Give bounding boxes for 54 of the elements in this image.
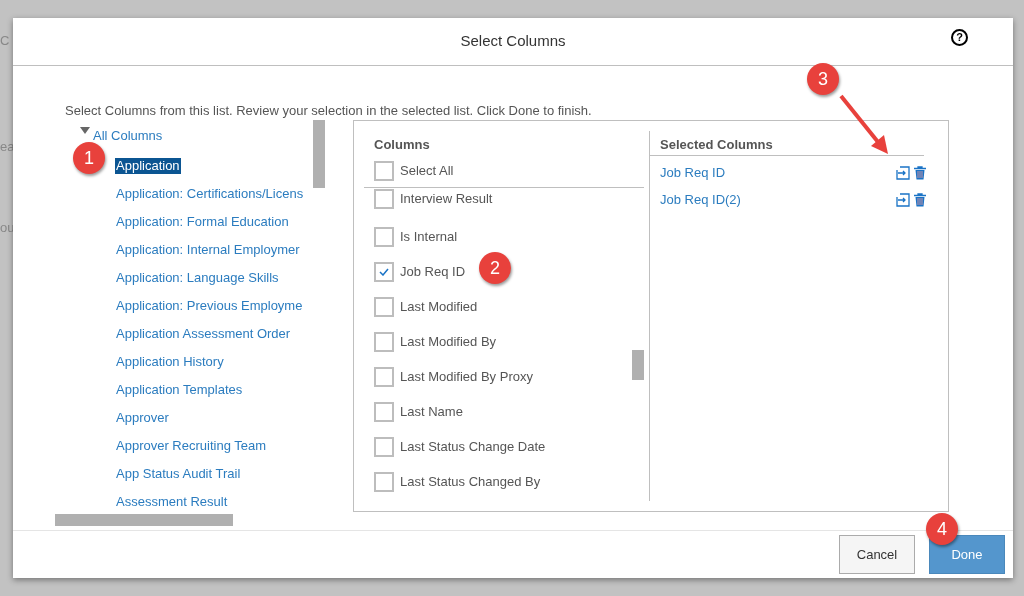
panel-heading: Columns [374,136,430,154]
done-button[interactable]: Done [929,535,1005,574]
checkbox[interactable] [374,366,394,387]
scrollbar-thumb[interactable] [55,514,233,526]
checkbox-label: Last Name [400,402,463,421]
tree-item[interactable]: App Status Audit Trail [115,465,242,482]
checkbox[interactable] [374,296,394,317]
tree-item[interactable]: Approver Recruiting Team [115,437,268,454]
tree-item[interactable]: Application: Internal Employmer [115,241,301,258]
checkbox-label: Select All [400,162,454,181]
checkbox-label: Last Status Changed By [400,472,541,491]
callout-arrow [838,93,890,155]
dialog-title: Select Columns [460,31,566,52]
tree-item[interactable]: Application: Previous Employme [115,297,304,314]
checkbox-label: Job Req ID [400,262,466,281]
background-text: ea [0,138,15,156]
check-icon [379,267,389,276]
checkbox[interactable] [374,161,394,181]
checkbox[interactable] [374,401,394,422]
checkbox-label: Last Modified By Proxy [400,367,533,386]
checkbox[interactable] [374,471,394,492]
selected-column-item[interactable]: Job Req ID [660,162,726,183]
expand-arrow-icon[interactable] [80,127,90,135]
checkbox[interactable] [374,226,394,247]
checkbox-label: Interview Result [400,190,493,208]
checkbox-label: Last Modified By [400,332,497,351]
selected-column-item[interactable]: Job Req ID(2) [660,189,741,210]
checkbox[interactable] [374,189,394,209]
move-icon[interactable] [896,165,910,180]
checkbox[interactable] [374,261,394,282]
checkbox[interactable] [374,436,394,457]
tree-item[interactable]: Application: Formal Education [115,213,290,230]
help-button[interactable]: ? [951,29,968,46]
panel-heading: Selected Columns [660,136,773,154]
tree-item[interactable]: Application Templates [115,381,244,398]
move-icon[interactable] [896,192,910,207]
tree-item[interactable]: Application History [115,353,225,370]
checkbox-label: Last Modified [400,297,478,316]
delete-icon[interactable] [914,165,926,180]
cancel-button[interactable]: Cancel [839,535,915,574]
tree-item[interactable]: Application: Language Skills [115,269,280,286]
checkbox[interactable] [374,331,394,352]
checkbox-label: Is Internal [400,227,458,246]
tree-item[interactable]: Application [115,157,181,174]
tree-item[interactable]: Application: Certifications/Licens [115,185,305,202]
delete-icon[interactable] [914,192,926,207]
scrollbar-thumb[interactable] [632,350,644,380]
scrollbar-thumb[interactable] [313,120,325,188]
instruction-text: Select Columns from this list. Review your selection in the selected list. Click Done to finish. [65,102,592,120]
background-text: C [0,32,10,50]
tree-item[interactable]: Approver [115,409,170,426]
tree-item[interactable]: Assessment Result [115,493,229,510]
checkbox-label: Last Status Change Date [400,437,546,456]
tree-item[interactable]: Application Assessment Order [115,325,292,342]
